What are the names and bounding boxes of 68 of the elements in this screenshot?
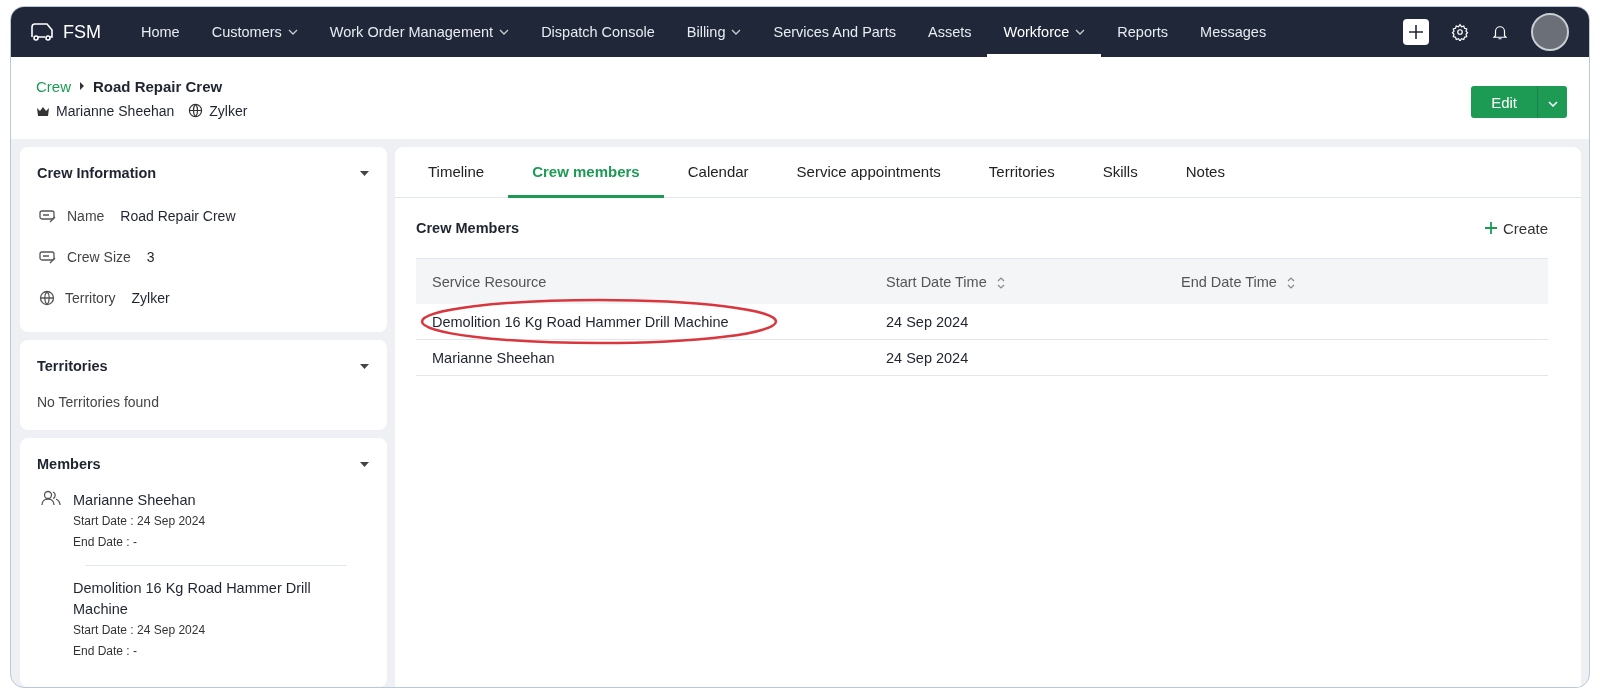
field-value: 3 [146, 248, 155, 265]
member-name: Marianne Sheehan [73, 491, 197, 510]
nav-item[interactable]: Customers [195, 7, 314, 57]
field-value: Zylker [131, 289, 170, 306]
text-field-icon [39, 248, 57, 265]
member-end-date: End Date : - [73, 534, 139, 551]
table-title: Crew Members [416, 220, 520, 236]
tab[interactable]: Service appointments [772, 147, 965, 198]
tab[interactable]: Skills [1078, 147, 1162, 198]
add-button[interactable] [1403, 19, 1429, 45]
tab[interactable]: Crew members [508, 147, 664, 198]
nav-item[interactable]: Reports [1101, 7, 1185, 57]
owner-name: Marianne Sheehan [56, 102, 175, 119]
nav-item[interactable]: Services And Parts [757, 7, 912, 57]
tab[interactable]: Calendar [663, 147, 773, 198]
nav-item[interactable]: Billing [670, 7, 758, 57]
globe-icon [188, 103, 204, 118]
column-header[interactable]: Start Date Time [870, 258, 1165, 304]
people-icon [41, 490, 61, 506]
edit-menu-button[interactable] [1537, 86, 1567, 118]
nav-item[interactable]: Dispatch Console [525, 7, 671, 57]
field-label: Territory [65, 289, 116, 306]
nav-item[interactable]: Messages [1184, 7, 1283, 57]
avatar[interactable] [1531, 13, 1569, 51]
create-link[interactable]: Create [1484, 219, 1548, 237]
section-title: Members [37, 456, 101, 472]
collapse-icon[interactable] [360, 170, 369, 176]
breadcrumb-link[interactable]: Crew [36, 77, 71, 95]
tab[interactable]: Territories [964, 147, 1079, 198]
territory-name: Zylker [209, 102, 248, 119]
sort-icon[interactable] [996, 276, 1005, 289]
member-start-date: Start Date : 24 Sep 2024 [73, 513, 206, 530]
caret-icon [79, 82, 85, 90]
field-value: Road Repair Crew [120, 207, 236, 224]
nav-item[interactable]: Assets [911, 7, 988, 57]
column-header[interactable]: End Date Time [1165, 258, 1548, 304]
nav-item[interactable]: Work Order Management [313, 7, 526, 57]
tab[interactable]: Timeline [404, 147, 509, 198]
member-name: Demolition 16 Kg Road Hammer Drill Machine [73, 579, 312, 619]
member-start-date: Start Date : 24 Sep 2024 [73, 622, 207, 639]
notifications-icon[interactable] [1491, 23, 1509, 41]
collapse-icon[interactable] [360, 461, 369, 467]
sort-icon[interactable] [1286, 276, 1295, 289]
collapse-icon[interactable] [360, 363, 369, 369]
settings-icon[interactable] [1451, 23, 1469, 41]
edit-button[interactable]: Edit [1471, 86, 1537, 118]
nav-item[interactable]: Home [125, 7, 196, 57]
record-title: Road Repair Crew [93, 77, 223, 95]
van-icon [29, 22, 55, 42]
field-label: Name [67, 207, 105, 224]
text-field-icon [39, 207, 57, 224]
chevron-down-icon [1547, 100, 1558, 107]
app-name: FSM [63, 21, 101, 43]
table-cell: 24 Sep 2024 [886, 349, 969, 366]
section-title: Territories [37, 358, 108, 374]
table-cell: Demolition 16 Kg Road Hammer Drill Machine [432, 313, 729, 330]
column-header[interactable]: Service Resource [416, 258, 870, 304]
globe-icon [39, 289, 55, 306]
tab[interactable]: Notes [1161, 147, 1249, 198]
section-title: Crew Information [37, 165, 157, 181]
plus-icon [1407, 23, 1425, 41]
field-label: Crew Size [67, 248, 131, 265]
empty-message: No Territories found [37, 393, 160, 412]
crown-icon [36, 105, 50, 116]
table-cell: Marianne Sheehan [432, 349, 555, 366]
member-end-date: End Date : - [73, 643, 139, 660]
table-cell: 24 Sep 2024 [886, 313, 969, 330]
plus-icon [1484, 222, 1497, 234]
